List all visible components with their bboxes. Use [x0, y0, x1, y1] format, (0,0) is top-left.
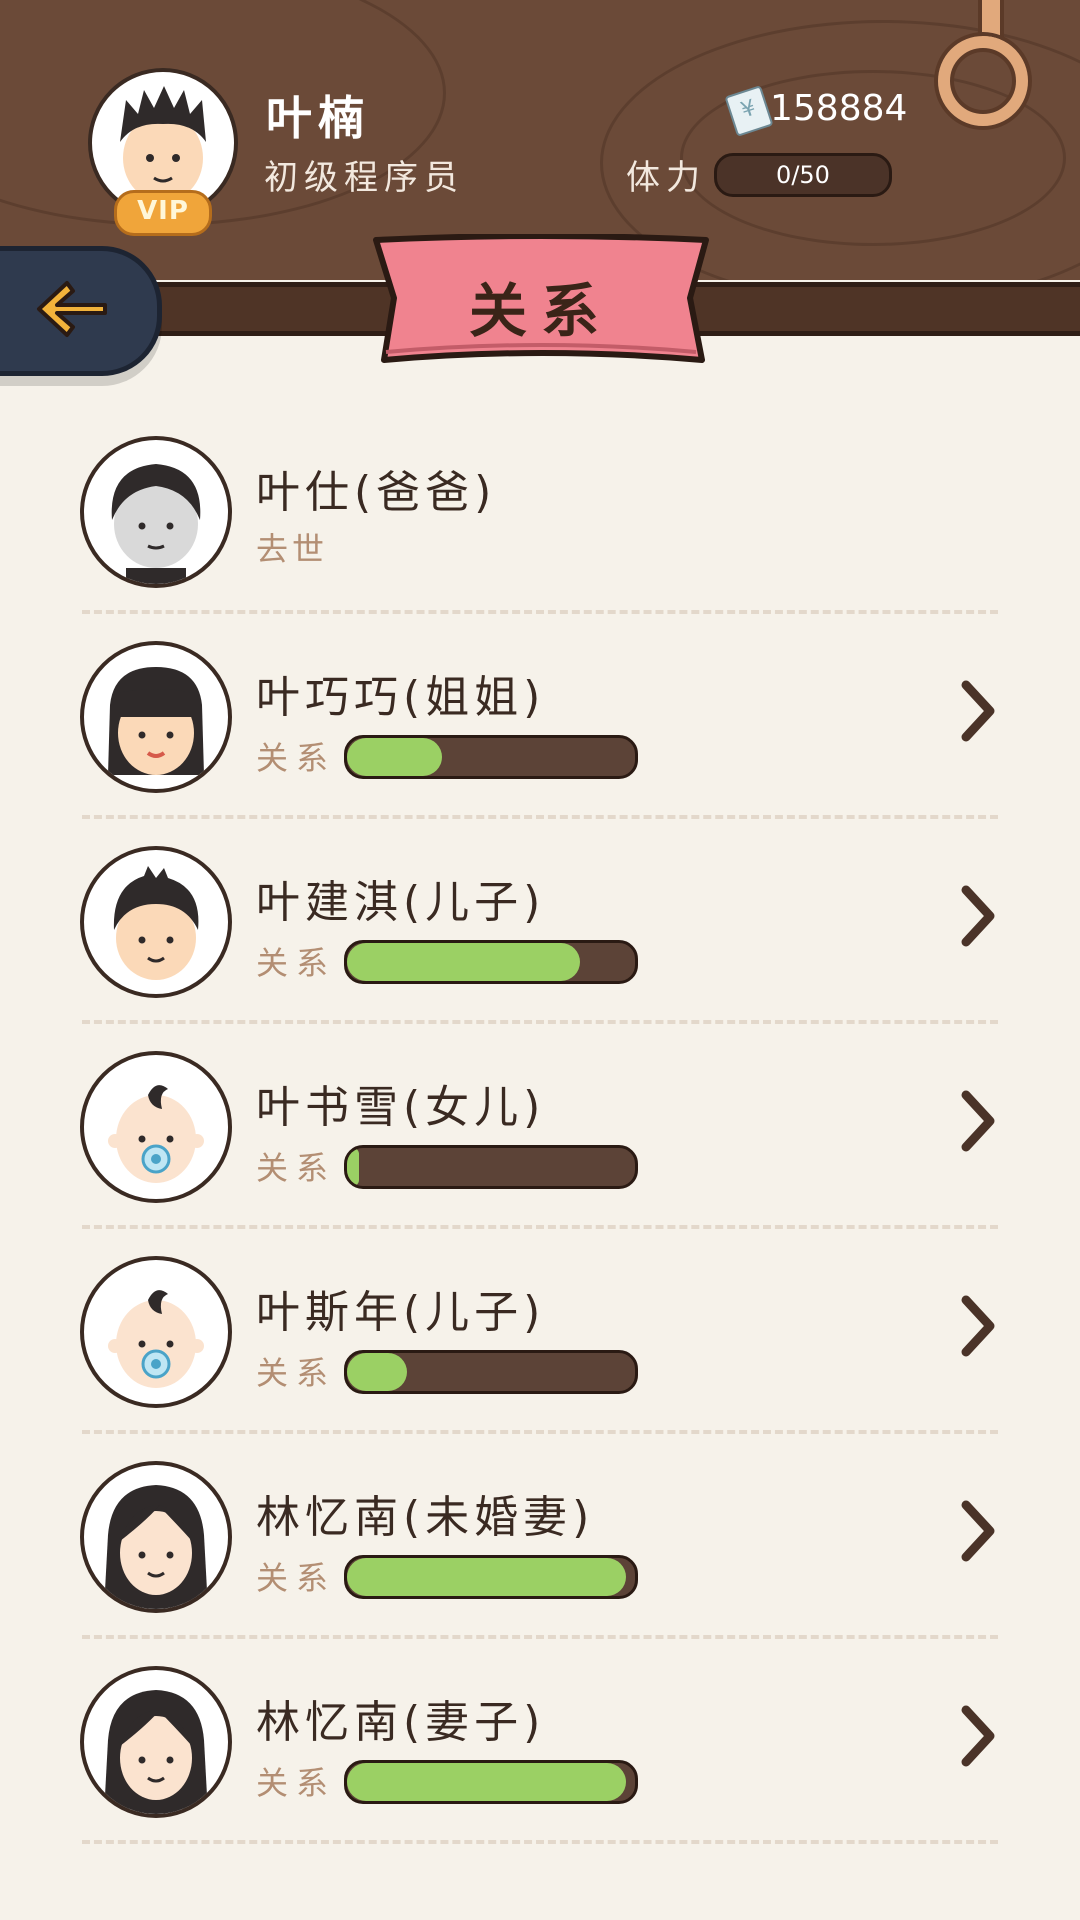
relation-row[interactable]: 林忆南(未婚妻) 关系: [80, 1461, 1000, 1666]
relation-bar-fill: [347, 1558, 627, 1596]
relation-status: 去世: [256, 530, 329, 568]
player-name: 叶楠: [266, 91, 370, 145]
relation-row[interactable]: 叶斯年(儿子) 关系: [80, 1256, 1000, 1461]
relation-bar-fill: [347, 1353, 408, 1391]
row-divider: [82, 1225, 998, 1229]
chevron-right-icon[interactable]: [958, 1499, 998, 1563]
relation-row[interactable]: 叶书雪(女儿) 关系: [80, 1051, 1000, 1256]
relation-bar-fill: [347, 1148, 359, 1186]
avatar: [80, 846, 232, 998]
relation-bar: [344, 940, 638, 984]
player-title: 初级程序员: [264, 158, 464, 198]
avatar: [80, 1256, 232, 1408]
relation-row[interactable]: 叶建淇(儿子) 关系: [80, 846, 1000, 1051]
page-title-banner: 关系: [372, 233, 710, 368]
relation-label: 关系: [256, 739, 337, 777]
relation-label: 关系: [256, 1764, 337, 1802]
row-divider: [82, 1840, 998, 1844]
relation-name: 叶仕(爸爸): [256, 467, 497, 518]
chevron-right-icon[interactable]: [958, 884, 998, 948]
chevron-right-icon[interactable]: [958, 1294, 998, 1358]
relation-bar-fill: [347, 1763, 627, 1801]
avatar: [80, 1461, 232, 1613]
relation-bar: [344, 735, 638, 779]
chevron-right-icon[interactable]: [958, 679, 998, 743]
relation-label: 关系: [256, 1354, 337, 1392]
back-arrow-icon: [37, 281, 107, 337]
relation-name: 林忆南(妻子): [256, 1697, 546, 1748]
avatar: [80, 1051, 232, 1203]
relation-row[interactable]: 叶巧巧(姐姐) 关系: [80, 641, 1000, 846]
row-divider: [82, 1635, 998, 1639]
relation-bar: [344, 1145, 638, 1189]
relation-name: 叶建淇(儿子): [256, 877, 546, 928]
relation-label: 关系: [256, 1559, 337, 1597]
chevron-right-icon[interactable]: [958, 1704, 998, 1768]
stamina-bar: 0/50: [714, 153, 892, 197]
avatar: [80, 436, 232, 588]
relation-bar-fill: [347, 943, 581, 981]
stamina-label: 体力: [626, 158, 706, 198]
ring-stem: [978, 0, 1004, 40]
row-divider: [82, 815, 998, 819]
row-divider: [82, 610, 998, 614]
relation-bar: [344, 1350, 638, 1394]
chevron-right-icon[interactable]: [958, 1089, 998, 1153]
relation-name: 叶书雪(女儿): [256, 1082, 546, 1133]
relation-name: 林忆南(未婚妻): [256, 1492, 595, 1543]
relation-name: 叶巧巧(姐姐): [256, 672, 546, 723]
relation-bar: [344, 1760, 638, 1804]
relation-label: 关系: [256, 944, 337, 982]
relation-bar: [344, 1555, 638, 1599]
row-divider: [82, 1020, 998, 1024]
relation-bar-fill: [347, 738, 443, 776]
relation-name: 叶斯年(儿子): [256, 1287, 546, 1338]
row-divider: [82, 1430, 998, 1434]
avatar: [80, 1666, 232, 1818]
money-value: 158884: [770, 88, 908, 129]
back-button[interactable]: [0, 246, 162, 376]
vip-badge: VIP: [114, 190, 212, 236]
relation-row[interactable]: 林忆南(妻子) 关系: [80, 1666, 1000, 1871]
page-title: 关系: [468, 277, 613, 345]
settings-ring-icon[interactable]: [938, 36, 1028, 126]
relation-label: 关系: [256, 1149, 337, 1187]
avatar: [80, 641, 232, 793]
relation-row: 叶仕(爸爸) 去世: [80, 436, 1000, 641]
